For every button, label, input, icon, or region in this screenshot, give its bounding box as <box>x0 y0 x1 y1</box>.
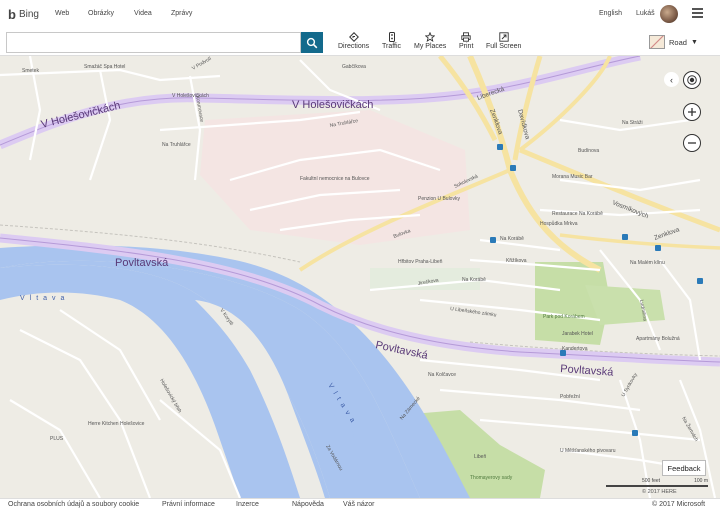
my-places-button[interactable]: My Places <box>414 31 446 50</box>
tram-stop-icon[interactable] <box>560 350 566 356</box>
street-label: Křižíkova <box>506 258 527 264</box>
nav-link-web[interactable]: Web <box>55 10 69 17</box>
traffic-light-icon <box>388 31 396 43</box>
footer-link-advertise[interactable]: Inzerce <box>236 501 259 508</box>
map-style-label: Road <box>669 37 687 47</box>
printer-icon <box>461 31 471 43</box>
street-label: U Měšťanského pivovaru <box>560 448 616 454</box>
top-nav: b Bing Web Obrázky Videa Zprávy English … <box>0 0 720 30</box>
footer-link-legal[interactable]: Právní informace <box>162 501 215 508</box>
street-label: Budínova <box>578 148 599 154</box>
user-name[interactable]: Lukáš <box>636 10 655 17</box>
street-label: Pobřežní <box>560 394 581 400</box>
locate-icon <box>687 75 697 85</box>
nav-link-images[interactable]: Obrázky <box>88 10 114 17</box>
tram-stop-icon[interactable] <box>490 237 496 243</box>
bing-logo[interactable]: b Bing <box>8 7 39 22</box>
avatar[interactable] <box>660 5 678 23</box>
scale-bar <box>606 485 708 487</box>
poi-label[interactable]: Park pod Korábem <box>543 314 585 320</box>
tram-stop-icon[interactable] <box>632 430 638 436</box>
poi-label[interactable]: Penzion U Bulovky <box>418 196 460 202</box>
my-places-label: My Places <box>414 43 447 50</box>
street-label-v-holesovickach-east: V Holešovičkách <box>292 99 373 111</box>
footer-link-feedback[interactable]: Váš názor <box>343 501 375 508</box>
footer-link-help[interactable]: Nápověda <box>292 501 324 508</box>
tram-stop-icon[interactable] <box>697 278 703 284</box>
star-icon <box>425 31 436 43</box>
poi-label[interactable]: Apartmány Bolužná <box>636 336 680 342</box>
full-screen-button[interactable]: Full Screen <box>486 31 521 50</box>
poi-label[interactable]: Restaurace Na Korábě <box>552 211 603 217</box>
traffic-button[interactable]: Traffic <box>382 31 401 50</box>
tram-stop-icon[interactable] <box>497 144 503 150</box>
print-button[interactable]: Print <box>459 31 473 50</box>
footer-link-privacy[interactable]: Ochrana osobních údajů a soubory cookie <box>8 501 139 508</box>
nav-link-videos[interactable]: Videa <box>134 10 152 17</box>
street-label: Smetek <box>22 68 39 74</box>
traffic-label: Traffic <box>382 43 402 50</box>
poi-label[interactable]: Herre Kitchen Holešovice <box>88 421 145 427</box>
tram-stop-icon[interactable] <box>655 245 661 251</box>
street-label: Na Stráži <box>622 120 643 126</box>
search-icon <box>306 37 318 48</box>
street-label: Libeň <box>474 454 486 460</box>
map-style-selector[interactable]: Road ▼ <box>649 35 698 49</box>
poi-label[interactable]: Morana Music Bar <box>552 174 593 180</box>
map-scale: 500 feet 100 m <box>606 478 708 487</box>
zoom-in-button[interactable] <box>683 103 701 121</box>
street-label: V Holešovičkách <box>172 93 209 99</box>
poi-label[interactable]: PLUS <box>50 436 64 442</box>
search-input[interactable] <box>6 32 301 53</box>
collapse-panel-button[interactable]: ‹ <box>664 72 679 87</box>
chevron-left-icon: ‹ <box>670 74 673 85</box>
brand-name: Bing <box>18 9 39 20</box>
street-label: Na Kolčavce <box>428 372 456 378</box>
map-copyright: © 2017 HERE <box>642 489 677 495</box>
street-label: Gabčíkova <box>342 64 366 70</box>
poi-label[interactable]: Jarabek Hotel <box>562 331 593 337</box>
directions-button[interactable]: Directions <box>338 31 369 50</box>
street-label: Na Korábě <box>500 236 524 242</box>
microsoft-copyright: © 2017 Microsoft <box>652 501 706 508</box>
scale-meters: 100 m <box>694 478 708 484</box>
minus-icon <box>688 142 696 144</box>
poi-label[interactable]: Hřbitov Praha-Libeň <box>398 259 443 265</box>
street-label: Smažáč Spa Hotel <box>84 64 125 70</box>
map-canvas[interactable]: V Holešovičkách V Holešovičkách Povltavs… <box>0 56 720 498</box>
directions-label: Directions <box>338 43 370 50</box>
street-label: Na Truhlářce <box>162 142 191 148</box>
full-screen-label: Full Screen <box>486 43 522 50</box>
feedback-button[interactable]: Feedback <box>662 460 706 476</box>
bing-maps-app: b Bing Web Obrázky Videa Zprávy English … <box>0 0 720 510</box>
footer: Ochrana osobních údajů a soubory cookie … <box>0 498 720 510</box>
scale-feet: 500 feet <box>642 478 661 484</box>
hamburger-menu-icon[interactable] <box>692 8 703 18</box>
bing-b-icon: b <box>8 7 16 22</box>
full-screen-icon <box>499 31 509 43</box>
poi-label[interactable]: Na Korábě <box>462 277 486 283</box>
river-label-west: Vltava <box>20 295 69 302</box>
nav-link-news[interactable]: Zprávy <box>171 10 192 17</box>
tram-stop-icon[interactable] <box>510 165 516 171</box>
poi-label[interactable]: Fakultní nemocnice na Bulovce <box>300 176 370 182</box>
search-button[interactable] <box>301 32 323 53</box>
locate-me-button[interactable] <box>683 71 701 89</box>
tram-stop-icon[interactable] <box>622 234 628 240</box>
street-label: Thomayerovy sady <box>470 475 513 481</box>
street-label-povltavska-1: Povltavská <box>115 257 169 269</box>
print-label: Print <box>459 43 474 50</box>
chevron-down-icon: ▼ <box>690 38 698 46</box>
road-thumbnail-icon <box>649 35 665 49</box>
map-svg[interactable]: V Holešovičkách V Holešovičkách Povltavs… <box>0 56 720 498</box>
street-label: Na Malém klínu <box>630 260 665 266</box>
directions-icon <box>348 31 359 43</box>
poi-label[interactable]: Hospůdka Mrkva <box>540 220 578 227</box>
map-toolbar: Directions Traffic My Places Print Full … <box>0 30 720 56</box>
plus-icon <box>688 108 696 116</box>
language-selector[interactable]: English <box>599 10 622 17</box>
zoom-out-button[interactable] <box>683 134 701 152</box>
